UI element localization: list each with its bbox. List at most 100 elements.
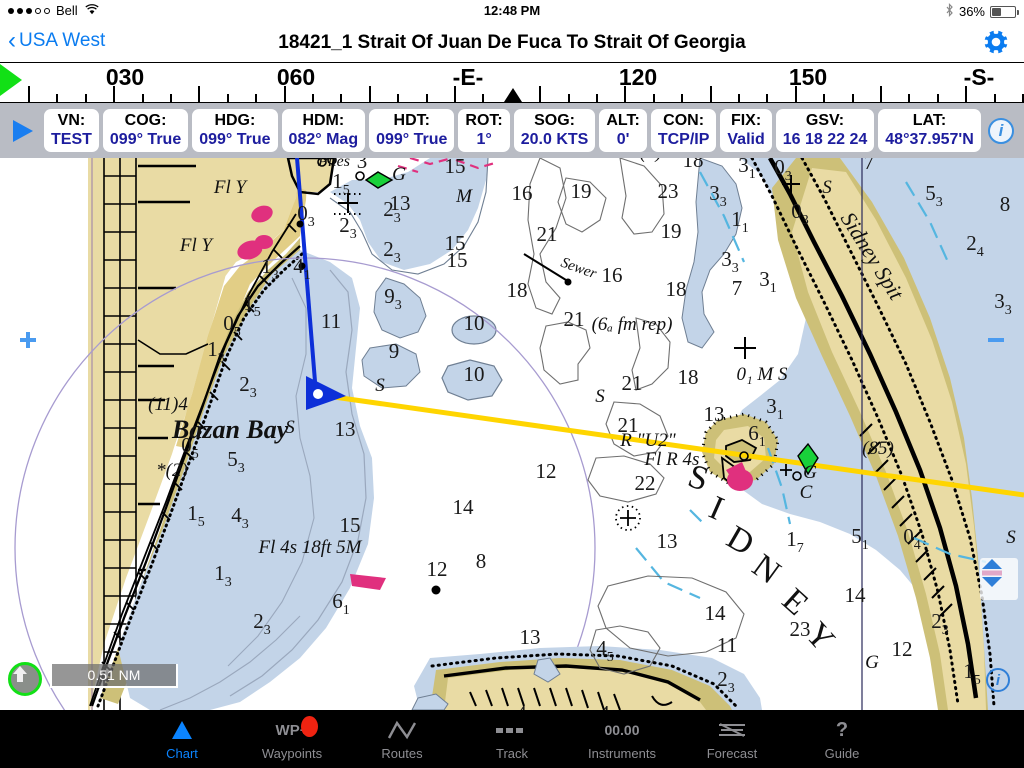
compass-tick bbox=[425, 94, 428, 102]
locate-me-button[interactable] bbox=[8, 662, 42, 696]
data-field-vn[interactable]: VN: TEST bbox=[44, 109, 99, 152]
data-field-key: ALT: bbox=[606, 112, 640, 129]
zoom-out-button[interactable] bbox=[986, 330, 1006, 350]
compass-tick bbox=[312, 94, 314, 102]
compass-tick bbox=[624, 86, 627, 102]
data-field-value: 099° True bbox=[376, 131, 448, 148]
battery-percent-label: 36% bbox=[958, 4, 985, 19]
page-title: 18421_1 Strait Of Juan De Fuca To Strait… bbox=[278, 32, 746, 53]
data-field-hdg[interactable]: HDG: 099° True bbox=[192, 109, 278, 152]
compass-tick bbox=[368, 86, 371, 102]
compass-tick bbox=[709, 86, 712, 102]
scale-bar: 0.51 NM bbox=[50, 664, 178, 688]
question-mark-icon: ? bbox=[835, 718, 849, 741]
tab-waypoints[interactable]: WP+ Waypoints bbox=[237, 710, 347, 768]
data-field-key: GSV: bbox=[805, 112, 845, 129]
compass-tick bbox=[738, 94, 740, 102]
compass-tick bbox=[226, 94, 229, 102]
heading-triangle-icon bbox=[504, 88, 522, 102]
tab-instruments[interactable]: 00.00 Instruments bbox=[567, 710, 677, 768]
data-field-key: CON: bbox=[663, 112, 705, 129]
data-field-gsv[interactable]: GSV: 16 18 22 24 bbox=[775, 109, 875, 152]
tab-chart[interactable]: Chart bbox=[127, 710, 237, 768]
ios-status-bar: Bell 12:48 PM 36% bbox=[0, 0, 1024, 22]
notification-badge bbox=[301, 716, 318, 737]
compass-tick bbox=[283, 86, 286, 102]
compass-tick bbox=[84, 94, 87, 102]
compass-tick bbox=[823, 94, 826, 102]
data-field-sog[interactable]: SOG: 20.0 KTS bbox=[513, 109, 596, 152]
data-field-value: 1° bbox=[476, 131, 492, 148]
data-field-key: LAT: bbox=[912, 112, 947, 129]
data-field-hdm[interactable]: HDM: 082° Mag bbox=[281, 109, 366, 152]
compass-tick bbox=[170, 94, 172, 102]
data-field-value: 48°37.957'N bbox=[885, 131, 974, 148]
compass-tick bbox=[28, 86, 30, 102]
zoom-in-button[interactable] bbox=[18, 330, 38, 350]
compass-tick bbox=[908, 94, 911, 102]
data-field-key: HDT: bbox=[393, 112, 430, 129]
data-field-value: TCP/IP bbox=[657, 131, 710, 148]
data-bar-info-button[interactable]: i bbox=[988, 117, 1014, 144]
chart-canvas[interactable]: 3 15 16 19 23 18 13 15 21 19 18 16 18 15 10 21 11 9 10 21 18… bbox=[0, 158, 1024, 710]
compass-label: -S- bbox=[963, 64, 995, 90]
data-field-cog[interactable]: COG: 099° True bbox=[102, 109, 189, 152]
settings-button[interactable] bbox=[981, 27, 1011, 57]
clock-label: 12:48 PM bbox=[483, 3, 541, 18]
app-root: Bell 12:48 PM 36% ‹ USA West 18421_1 Str… bbox=[0, 0, 1024, 768]
instruments-00-icon: 00.00 bbox=[604, 722, 640, 738]
tab-label: Guide bbox=[824, 746, 860, 761]
compass-ribbon[interactable]: 030 060 -E- 120 150 -S- bbox=[0, 62, 1024, 103]
track-dashes-icon bbox=[496, 717, 528, 743]
compass-tick bbox=[880, 86, 882, 102]
data-field-rot[interactable]: ROT: 1° bbox=[458, 109, 510, 152]
compass-tick bbox=[652, 94, 655, 102]
compass-tick bbox=[340, 94, 343, 102]
tab-label: Chart bbox=[166, 746, 198, 761]
compass-tick bbox=[397, 94, 400, 102]
data-field-value: 16 18 22 24 bbox=[782, 131, 868, 148]
data-field-key: HDM: bbox=[302, 112, 345, 129]
compass-tick bbox=[993, 94, 996, 102]
green-arrow-icon bbox=[0, 64, 28, 96]
data-field-con[interactable]: CON: TCP/IP bbox=[650, 109, 717, 152]
data-field-value: 099° True bbox=[199, 131, 271, 148]
compass-tick bbox=[539, 86, 542, 102]
compass-tick bbox=[113, 86, 116, 102]
data-field-value: Valid bbox=[727, 131, 765, 148]
data-field-lat[interactable]: LAT: 48°37.957'N bbox=[878, 109, 981, 152]
data-field-hdt[interactable]: HDT: 099° True bbox=[369, 109, 455, 152]
compass-tick bbox=[141, 94, 144, 102]
compass-tick bbox=[56, 94, 59, 102]
compass-tick bbox=[567, 94, 570, 102]
instrument-data-bar: VN: TEST COG: 099° True HDG: 099° True HDM: 082… bbox=[0, 103, 1024, 158]
panel-toggle-button[interactable] bbox=[980, 558, 1018, 600]
tab-routes[interactable]: Routes bbox=[347, 710, 457, 768]
tab-track[interactable]: Track bbox=[457, 710, 567, 768]
navigation-bar: ‹ USA West 18421_1 Strait Of Juan De Fuc… bbox=[0, 22, 1024, 62]
up-arrow-icon bbox=[13, 666, 27, 682]
compass-tick bbox=[255, 94, 258, 102]
bluetooth-icon bbox=[945, 3, 954, 20]
compass-tick bbox=[851, 94, 854, 102]
tab-label: Routes bbox=[381, 746, 423, 761]
compass-tick bbox=[936, 94, 939, 102]
minus-icon bbox=[988, 338, 1004, 342]
data-field-alt[interactable]: ALT: 0' bbox=[599, 109, 647, 152]
data-field-fix[interactable]: FIX: Valid bbox=[720, 109, 772, 152]
compass-tick bbox=[766, 94, 769, 102]
up-down-arrows-icon bbox=[982, 559, 1002, 587]
gear-icon bbox=[981, 27, 1011, 57]
data-field-key: VN: bbox=[57, 112, 86, 129]
tab-forecast[interactable]: Forecast bbox=[677, 710, 787, 768]
compass-tick bbox=[596, 94, 598, 102]
chart-info-button[interactable]: i bbox=[986, 668, 1010, 692]
data-field-value: 082° Mag bbox=[288, 131, 359, 148]
plus-icon bbox=[20, 332, 36, 348]
tab-guide[interactable]: ? Guide bbox=[787, 710, 897, 768]
compass-tick bbox=[454, 86, 456, 102]
data-field-list: VN: TEST COG: 099° True HDG: 099° True HDM: 082… bbox=[44, 109, 982, 152]
status-bar-right: 36% bbox=[945, 3, 1019, 20]
play-button[interactable] bbox=[10, 117, 36, 145]
bottom-tab-bar: Chart WP+ Waypoints Routes Track 00.00 Instrum… bbox=[0, 710, 1024, 768]
